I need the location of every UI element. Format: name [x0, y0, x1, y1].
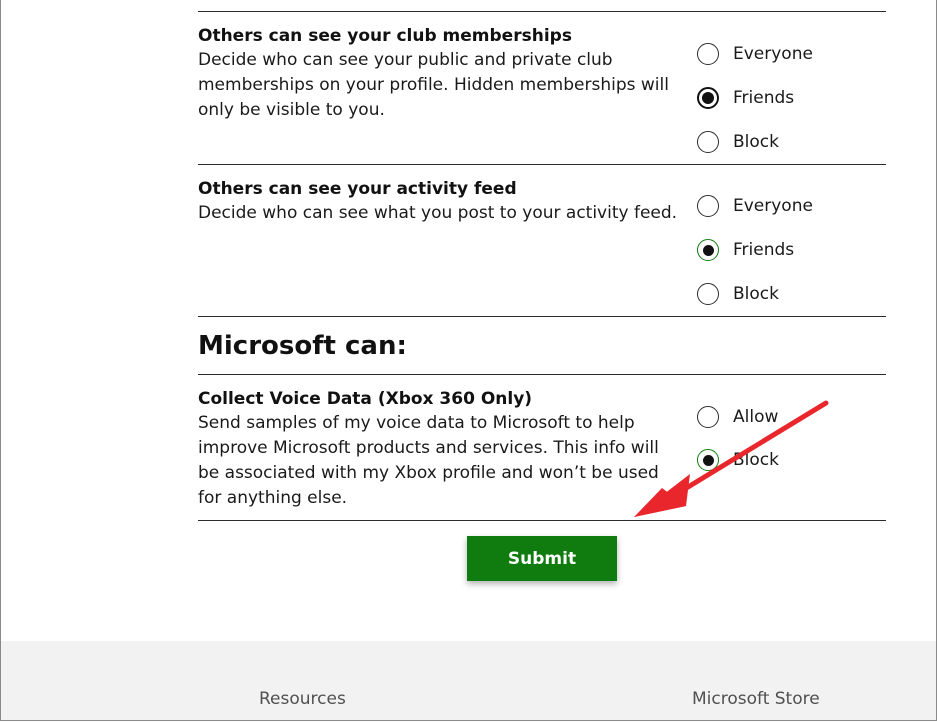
divider: [198, 520, 886, 521]
club-option-friends[interactable]: Friends: [697, 85, 794, 111]
divider: [198, 316, 886, 317]
voice-data-title: Collect Voice Data (Xbox 360 Only): [198, 389, 533, 409]
radio-label: Friends: [733, 88, 795, 108]
divider: [198, 374, 886, 375]
club-option-block[interactable]: Block: [697, 129, 779, 155]
voice-data-description: Send samples of my voice data to Microso…: [198, 413, 659, 508]
club-memberships-title: Others can see your club memberships: [198, 26, 572, 46]
footer-resources-link[interactable]: Resources: [259, 689, 346, 709]
radio-label: Block: [733, 450, 779, 470]
footer-microsoft-store-link[interactable]: Microsoft Store: [692, 689, 820, 709]
radio-label: Everyone: [733, 44, 813, 64]
divider: [198, 11, 886, 12]
feed-option-block[interactable]: Block: [697, 281, 779, 307]
radio-button[interactable]: [697, 43, 719, 65]
activity-feed-description: Decide who can see what you post to your…: [198, 203, 678, 223]
radio-button-selected[interactable]: [697, 87, 719, 109]
radio-label: Block: [733, 132, 779, 152]
radio-button-selected[interactable]: [697, 239, 719, 261]
club-memberships-description: Decide who can see your public and priva…: [198, 50, 669, 120]
submit-button[interactable]: Submit: [467, 536, 617, 581]
feed-option-everyone[interactable]: Everyone: [697, 193, 813, 219]
radio-button[interactable]: [697, 131, 719, 153]
feed-option-friends[interactable]: Friends: [697, 237, 794, 263]
radio-label: Allow: [733, 407, 779, 427]
footer: Resources Microsoft Store: [1, 641, 936, 720]
microsoft-can-heading: Microsoft can:: [198, 331, 407, 361]
radio-button[interactable]: [697, 283, 719, 305]
radio-button-selected[interactable]: [697, 449, 719, 471]
club-option-everyone[interactable]: Everyone: [697, 41, 813, 67]
activity-feed-title: Others can see your activity feed: [198, 179, 517, 199]
radio-label: Friends: [733, 240, 795, 260]
radio-button[interactable]: [697, 406, 719, 428]
radio-label: Everyone: [733, 196, 813, 216]
divider: [198, 164, 886, 165]
voice-option-allow[interactable]: Allow: [697, 404, 778, 430]
privacy-settings-page: Others can see your club memberships Dec…: [0, 0, 937, 721]
radio-button[interactable]: [697, 195, 719, 217]
voice-option-block[interactable]: Block: [697, 447, 779, 473]
radio-label: Block: [733, 284, 779, 304]
